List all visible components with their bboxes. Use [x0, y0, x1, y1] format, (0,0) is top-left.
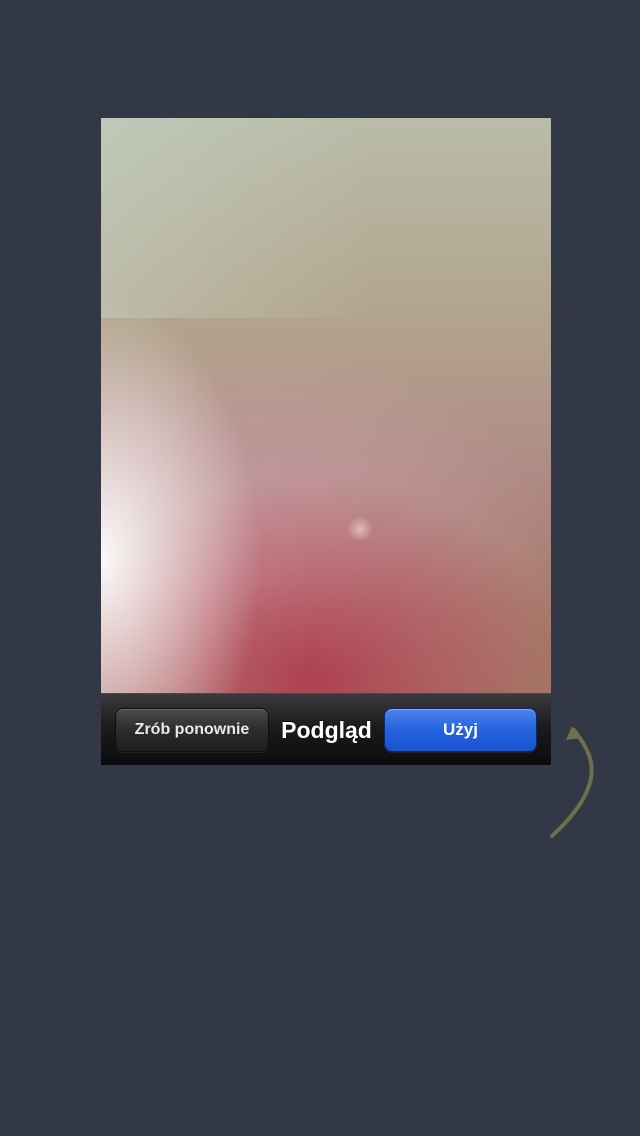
preview-toolbar: Zrób ponownie Podgląd Użyj [101, 693, 551, 765]
preview-title: Podgląd [281, 716, 372, 743]
photo-preview: Zrób ponownie Podgląd Użyj [101, 118, 551, 765]
use-photo-button[interactable]: Użyj [384, 708, 537, 752]
curved-arrow-icon [550, 726, 594, 838]
captured-photo [101, 118, 551, 693]
retake-button[interactable]: Zrób ponownie [115, 708, 269, 752]
